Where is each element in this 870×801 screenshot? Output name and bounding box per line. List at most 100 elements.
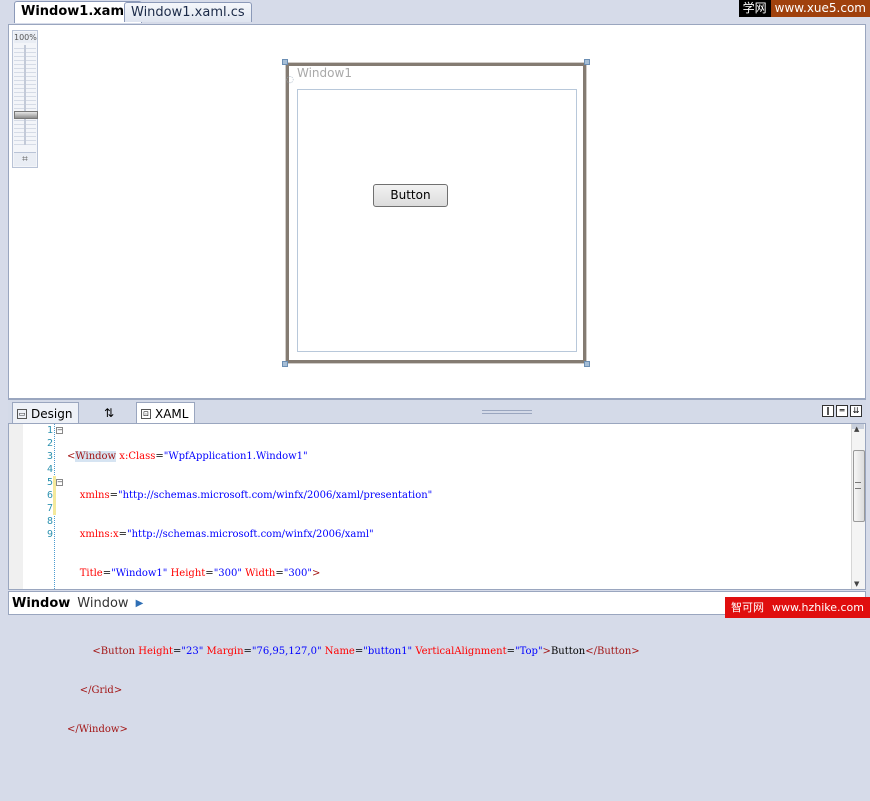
splitter-grip[interactable] — [482, 410, 532, 414]
xaml-icon: ⊡ — [141, 409, 151, 419]
code-token: "Window1" — [111, 568, 168, 579]
code-token: Height — [135, 646, 173, 657]
code-line-4: Title="Window1" Height="300" Width="300"… — [67, 567, 640, 580]
breadcrumb-item[interactable]: Window — [77, 596, 128, 611]
resize-handle-bottom-left[interactable] — [282, 361, 288, 367]
code-token: = — [155, 451, 164, 462]
line-number: 3 — [46, 451, 53, 462]
xaml-code-editor[interactable]: 1 2 3 4 5 6 7 8 9 − − <Window x:Class="W… — [8, 423, 866, 735]
code-token: = — [506, 646, 516, 657]
editor-vertical-scrollbar[interactable]: ▲ ▼ — [851, 424, 865, 589]
code-token: "76,95,127,0" — [251, 646, 322, 657]
window-grid[interactable]: Button — [297, 89, 577, 352]
code-token: "Top" — [515, 646, 543, 657]
tab-xaml-label: XAML — [155, 407, 189, 421]
line-number: 7 — [46, 503, 53, 514]
code-token: "WpfApplication1.Window1" — [163, 451, 308, 462]
code-token: </Window> — [67, 724, 128, 735]
tab-design-label: Design — [31, 406, 73, 421]
code-token: Width — [241, 568, 276, 579]
line-number: 2 — [46, 438, 53, 449]
code-line-8: </Window> — [67, 723, 640, 736]
code-token: Title — [67, 568, 103, 579]
watermark-top: 学网 www.xue5.com — [738, 0, 870, 17]
code-line-9: ​ — [67, 762, 640, 775]
code-token: = — [205, 568, 214, 579]
line-number: 5 — [46, 477, 53, 488]
tab-window1-xaml-cs[interactable]: Window1.xaml.cs — [124, 2, 252, 22]
anchor-icon: ◌ — [286, 75, 294, 85]
watermark-bottom-label-b: www.hzhike.com — [772, 601, 864, 614]
code-line-1: <Window x:Class="WpfApplication1.Window1… — [67, 450, 640, 463]
zoom-thumb[interactable] — [14, 111, 38, 119]
collapse-pane-icon[interactable]: ⇊ — [850, 405, 862, 417]
code-token: "http://schemas.microsoft.com/winfx/2006… — [118, 490, 433, 501]
wpf-window-preview[interactable]: ◌ Window1 Button — [286, 63, 586, 363]
code-token: > — [542, 646, 551, 657]
scroll-grip-icon — [855, 482, 861, 489]
line-number: 9 — [46, 529, 53, 540]
zoom-level: 100% — [14, 32, 37, 43]
code-token: > — [312, 568, 321, 579]
line-number: 8 — [46, 516, 53, 527]
tab-window1-xaml[interactable]: Window1.xaml* — [14, 1, 143, 23]
line-number: 4 — [46, 464, 53, 475]
collapse-window-icon[interactable]: − — [56, 427, 63, 434]
horizontal-split-icon[interactable]: ═ — [836, 405, 848, 417]
code-token: xmlns:x — [67, 529, 119, 540]
code-token: "300" — [213, 568, 242, 579]
code-token: = — [118, 529, 128, 540]
swap-arrows-icon: ⇅ — [104, 406, 115, 420]
code-token: "http://schemas.microsoft.com/winfx/2006… — [127, 529, 374, 540]
design-surface[interactable]: 100% ⌗ ◌ Window1 Button — [8, 24, 866, 399]
tab-xaml[interactable]: ⊡ XAML — [136, 402, 196, 425]
line-number: 1 — [46, 425, 53, 436]
resize-handle-top-right[interactable] — [584, 59, 590, 65]
watermark-bottom: 智可网 www.hzhike.com — [725, 597, 870, 618]
scroll-up-icon[interactable]: ▲ — [854, 425, 859, 433]
zoom-track[interactable] — [14, 45, 38, 145]
swap-panes-button[interactable]: ⇅ — [100, 402, 120, 424]
zoom-slider-panel: 100% ⌗ — [12, 30, 38, 168]
breadcrumb-expand-icon[interactable]: ▶ — [136, 598, 144, 609]
code-token: = — [275, 568, 284, 579]
code-line-3: xmlns:x="http://schemas.microsoft.com/wi… — [67, 528, 640, 541]
scroll-down-icon[interactable]: ▼ — [854, 580, 859, 588]
line-number: 6 — [46, 490, 53, 501]
document-tab-strip: Window1.xaml* Window1.xaml.cs 学网 www.xue… — [0, 0, 870, 23]
code-token: = — [102, 568, 112, 579]
code-token: Margin — [203, 646, 244, 657]
code-token: Button — [550, 646, 586, 657]
indicator-margin — [9, 424, 23, 589]
pane-layout-buttons: ‖ ═ ⇊ — [822, 405, 862, 417]
code-token: = — [354, 646, 364, 657]
resize-handle-top-left[interactable] — [282, 59, 288, 65]
code-token: </Button> — [585, 646, 640, 657]
code-token: Height — [167, 568, 206, 579]
watermark-top-label-a: 学网 — [738, 0, 771, 17]
code-token: VerticalAlignment — [412, 646, 507, 657]
code-line-2: xmlns="http://schemas.microsoft.com/winf… — [67, 489, 640, 502]
breadcrumb-current[interactable]: Window — [12, 596, 70, 611]
zoom-fit-icon[interactable]: ⌗ — [14, 152, 36, 166]
view-tab-bar: ▭ Design ⇅ ⊡ XAML ‖ ═ ⇊ — [8, 399, 866, 425]
code-token: "button1" — [363, 646, 413, 657]
tab-design[interactable]: ▭ Design — [12, 402, 80, 424]
resize-handle-bottom-right[interactable] — [584, 361, 590, 367]
vertical-split-icon[interactable]: ‖ — [822, 405, 834, 417]
window-title: Window1 — [297, 66, 352, 80]
code-token: = — [243, 646, 252, 657]
code-token: "23" — [181, 646, 204, 657]
code-token: Name — [321, 646, 355, 657]
code-token: xmlns — [67, 490, 110, 501]
code-line-7: </Grid> — [67, 684, 640, 697]
code-token: x:Class — [116, 451, 156, 462]
watermark-top-label-b: www.xue5.com — [770, 0, 870, 17]
code-token: = — [109, 490, 118, 501]
preview-button[interactable]: Button — [373, 184, 448, 207]
collapse-grid-icon[interactable]: − — [56, 479, 63, 486]
code-token: = — [173, 646, 182, 657]
code-token: "300" — [283, 568, 313, 579]
code-line-6: <Button Height="23" Margin="76,95,127,0"… — [67, 645, 640, 658]
watermark-bottom-label-a: 智可网 — [731, 601, 764, 614]
